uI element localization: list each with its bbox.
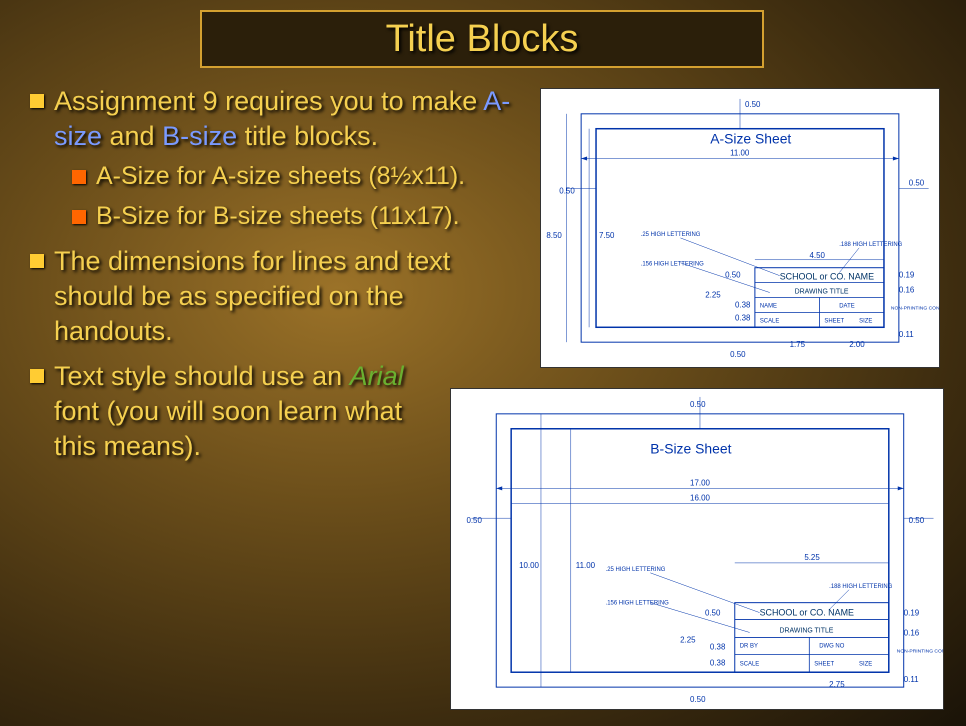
dim: 0.50 <box>909 178 925 187</box>
drawing-title: DRAWING TITLE <box>795 289 849 296</box>
sub-bullet-1a: A-Size for A-size sheets (8½x11). <box>72 160 520 194</box>
dim: 0.50 <box>690 400 706 409</box>
callout: .25 HIGH LETTERING <box>641 232 701 238</box>
b-size-svg: 0.50 B-Size Sheet 17.00 16.00 0.50 0.50 … <box>451 389 943 709</box>
callout: .156 HIGH LETTERING <box>606 601 670 607</box>
dim: 1.75 <box>790 340 806 349</box>
bullet-1: Assignment 9 requires you to make A-size… <box>30 84 520 154</box>
dim: 0.38 <box>710 642 726 651</box>
slide-title-box: Title Blocks <box>200 10 764 68</box>
label: SHEET <box>814 661 834 667</box>
a-size-svg: 0.50 11.00 A-Size Sheet 0.50 0.50 8.50 7… <box>541 89 939 367</box>
dim: 2.75 <box>829 680 845 689</box>
dim: 0.50 <box>725 271 741 280</box>
callout: .25 HIGH LETTERING <box>606 567 666 573</box>
dim: 0.38 <box>735 313 751 322</box>
text: Text style should use an <box>54 361 350 391</box>
label: SIZE <box>859 661 872 667</box>
label: SCALE <box>760 318 780 324</box>
bullet-icon <box>30 94 44 108</box>
bullet-icon <box>72 170 86 184</box>
dim: 5.25 <box>804 553 820 562</box>
dim: 0.38 <box>735 300 751 309</box>
school-name: SCHOOL or CO. NAME <box>760 608 854 618</box>
dim: 0.50 <box>559 186 575 195</box>
dim: 8.50 <box>546 231 562 240</box>
label: DR BY <box>740 643 758 649</box>
dim: 2.00 <box>849 340 865 349</box>
dim: 0.38 <box>710 658 726 667</box>
drawing-title: DRAWING TITLE <box>779 627 833 634</box>
arial-emphasis: Arial <box>350 361 404 391</box>
dim: 0.11 <box>899 330 914 339</box>
dim: 0.11 <box>904 675 919 684</box>
dim: 17.00 <box>690 478 710 487</box>
text: title blocks. <box>237 121 378 151</box>
dim: 7.50 <box>599 231 615 240</box>
text: Assignment 9 requires you to make <box>54 86 483 116</box>
sub-1b-text: B-Size for B-size sheets (11x17). <box>96 200 460 234</box>
dim: 0.50 <box>745 100 761 109</box>
dim: 11.00 <box>730 149 750 158</box>
content-area: Assignment 9 requires you to make A-size… <box>30 84 520 470</box>
dim: 11.00 <box>576 561 596 570</box>
label: SIZE <box>859 318 872 324</box>
dim: 0.16 <box>899 286 915 295</box>
bullet-3: Text style should use an Arial font (you… <box>30 359 450 464</box>
dim: 16.00 <box>690 493 710 502</box>
callout: .188 HIGH LETTERING <box>839 242 902 248</box>
a-size-diagram: 0.50 11.00 A-Size Sheet 0.50 0.50 8.50 7… <box>540 88 940 368</box>
label: DWG NO <box>819 643 845 649</box>
label: SHEET <box>824 318 844 324</box>
text: font (you will soon learn what this mean… <box>54 396 402 461</box>
bullet-1-text: Assignment 9 requires you to make A-size… <box>54 84 520 154</box>
dim: 0.50 <box>690 695 706 704</box>
dim: 0.50 <box>705 609 721 618</box>
bullet-icon <box>30 369 44 383</box>
bullet-2-text: The dimensions for lines and text should… <box>54 244 520 349</box>
callout: .188 HIGH LETTERING <box>829 584 893 590</box>
bullet-3-text: Text style should use an Arial font (you… <box>54 359 450 464</box>
dim: 0.50 <box>909 516 925 525</box>
dim: 0.19 <box>899 271 915 280</box>
sub-bullet-1b: B-Size for B-size sheets (11x17). <box>72 200 520 234</box>
b-size-diagram: 0.50 B-Size Sheet 17.00 16.00 0.50 0.50 … <box>450 388 944 710</box>
dim: 4.50 <box>810 251 826 260</box>
dim: 10.00 <box>519 561 539 570</box>
dim: 0.19 <box>904 609 920 618</box>
b-sheet-label: B-Size Sheet <box>650 441 731 457</box>
dim: 2.25 <box>705 291 721 300</box>
bullet-2: The dimensions for lines and text should… <box>30 244 520 349</box>
callout: NON-PRINTING CONSTRUCTION LINES <box>891 305 939 311</box>
slide-title: Title Blocks <box>386 18 579 61</box>
school-name: SCHOOL or CO. NAME <box>780 272 874 282</box>
bullet-icon <box>72 210 86 224</box>
dim: 0.50 <box>730 350 746 359</box>
bullet-icon <box>30 254 44 268</box>
dim: 2.25 <box>680 635 696 644</box>
text: and <box>102 121 162 151</box>
label: DATE <box>839 303 854 309</box>
callout: .156 HIGH LETTERING <box>641 262 704 268</box>
dim: 0.50 <box>466 516 482 525</box>
dim: 0.16 <box>904 628 920 637</box>
callout: NON-PRINTING CONSTRUCTION LINES <box>897 648 943 654</box>
sub-1a-text: A-Size for A-size sheets (8½x11). <box>96 160 465 194</box>
b-size-link[interactable]: B-size <box>162 121 237 151</box>
a-sheet-label: A-Size Sheet <box>710 131 791 147</box>
label: SCALE <box>740 661 760 667</box>
label: NAME <box>760 303 777 309</box>
